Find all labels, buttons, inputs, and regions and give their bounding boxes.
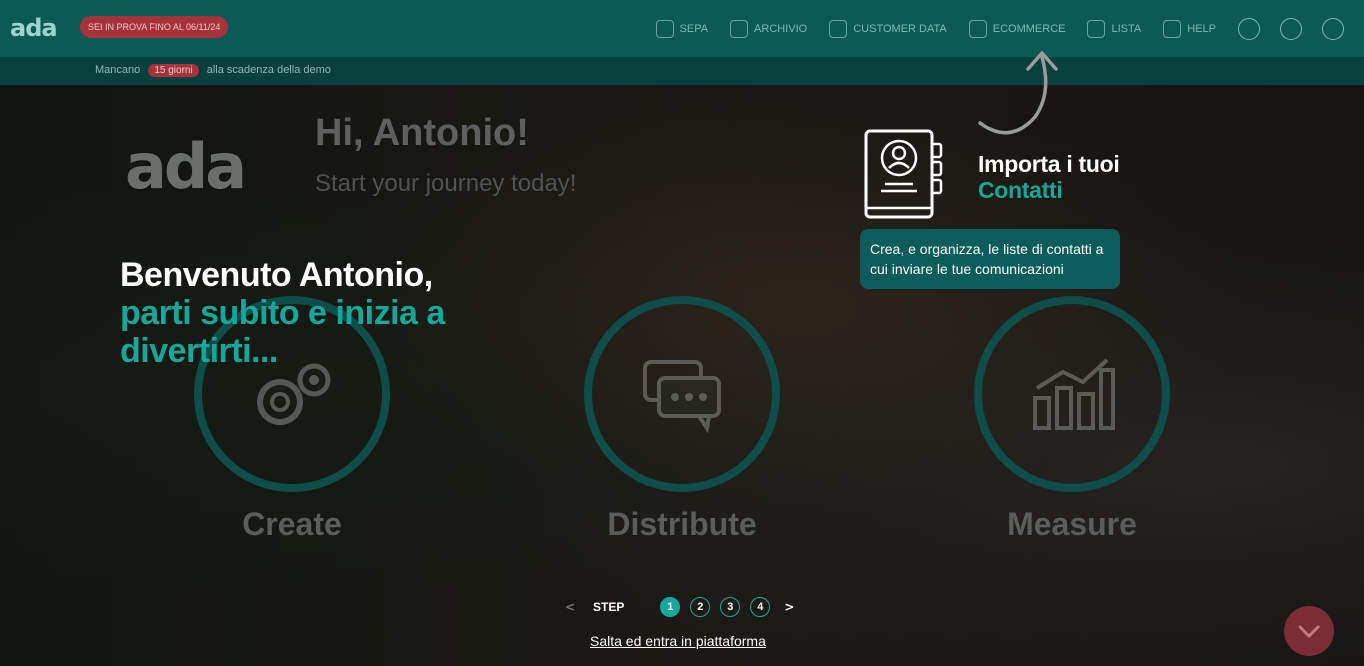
hero-greeting: Hi, Antonio! (315, 112, 529, 154)
step-dot-1[interactable]: 1 (660, 597, 681, 617)
chevron-down-icon (1297, 624, 1321, 639)
feature-label: Create (242, 506, 342, 542)
archive-icon (730, 19, 749, 38)
step-dot-4[interactable]: 4 (750, 597, 771, 617)
nav-item-customer-data[interactable]: CUSTOMER DATA (829, 19, 947, 38)
nav-item-label: CUSTOMER DATA (853, 22, 947, 35)
tour-stepper: < STEP 1 2 3 4 > (563, 596, 796, 618)
demo-expiry-text: Mancano 15 giorni alla scadenza della de… (95, 64, 331, 77)
nav-item-label: LISTA (1111, 22, 1142, 35)
skip-tour-link[interactable]: Salta ed entra in piattaforma (590, 633, 766, 649)
app-logo[interactable]: ada (10, 14, 58, 42)
hero-logo: ada (125, 130, 247, 203)
list-icon (1087, 19, 1106, 38)
scroll-down-button[interactable] (1284, 606, 1334, 656)
help-icon (1163, 19, 1182, 38)
top-navbar: ada SEI IN PROVA FINO AL 06/11/24 SEPA A… (0, 0, 1364, 57)
smiley-icon[interactable] (1238, 17, 1260, 40)
feature-measure: Measure (972, 296, 1172, 543)
nav-item-label: HELP (1187, 22, 1216, 35)
shield-check-icon (655, 19, 674, 38)
expiry-suffix: alla scadenza della demo (206, 64, 331, 76)
nav-item-label: ECOMMERCE (992, 22, 1066, 35)
customer-data-icon (829, 19, 848, 38)
bar-chart-icon (1033, 358, 1115, 430)
nav-item-help[interactable]: HELP (1163, 19, 1216, 38)
step-label: STEP (593, 600, 625, 614)
next-step-button[interactable]: > (782, 600, 796, 614)
expiry-prefix: Mancano (95, 64, 141, 76)
step-title-line-1: Importa i tuoi (978, 151, 1120, 177)
cart-icon (968, 19, 987, 38)
user-icon[interactable] (1322, 17, 1344, 40)
step-title: Importa i tuoi Contatti (978, 151, 1120, 203)
nav-item-sepa[interactable]: SEPA (655, 19, 709, 38)
nav-item-label: ARCHIVIO (754, 22, 808, 35)
chat-bubbles-icon (643, 360, 721, 434)
welcome-line-1: Benvenuto Antonio, (120, 256, 433, 294)
step-dot-2[interactable]: 2 (690, 597, 711, 617)
welcome-heading: Benvenuto Antonio, parti subito e inizia… (120, 256, 480, 370)
step-tooltip: Crea, e organizza, le liste di contatti … (860, 229, 1120, 289)
trial-badge: SEI IN PROVA FINO AL 06/11/24 (80, 16, 229, 38)
feature-distribute: Distribute (582, 296, 782, 543)
bell-icon[interactable] (1280, 17, 1302, 40)
previous-step-button[interactable]: < (563, 600, 577, 614)
welcome-line-2: parti subito e inizia a divertirti... (120, 294, 445, 370)
demo-expiry-bar: Mancano 15 giorni alla scadenza della de… (0, 57, 1364, 85)
curved-arrow-icon (978, 51, 1058, 135)
days-left-badge: 15 giorni (148, 64, 199, 77)
step-title-line-2: Contatti (978, 177, 1063, 203)
nav-item-ecommerce[interactable]: ECOMMERCE (968, 19, 1066, 38)
address-book-icon (864, 129, 943, 219)
feature-label: Measure (1007, 506, 1137, 542)
feature-ring (584, 296, 780, 492)
nav-item-lista[interactable]: LISTA (1087, 19, 1142, 38)
nav-item-label: SEPA (679, 22, 709, 35)
hero-tagline: Start your journey today! (315, 170, 577, 197)
nav-item-archivio[interactable]: ARCHIVIO (730, 19, 808, 38)
feature-ring (974, 296, 1170, 492)
feature-label: Distribute (607, 506, 757, 542)
step-dot-3[interactable]: 3 (720, 597, 741, 617)
